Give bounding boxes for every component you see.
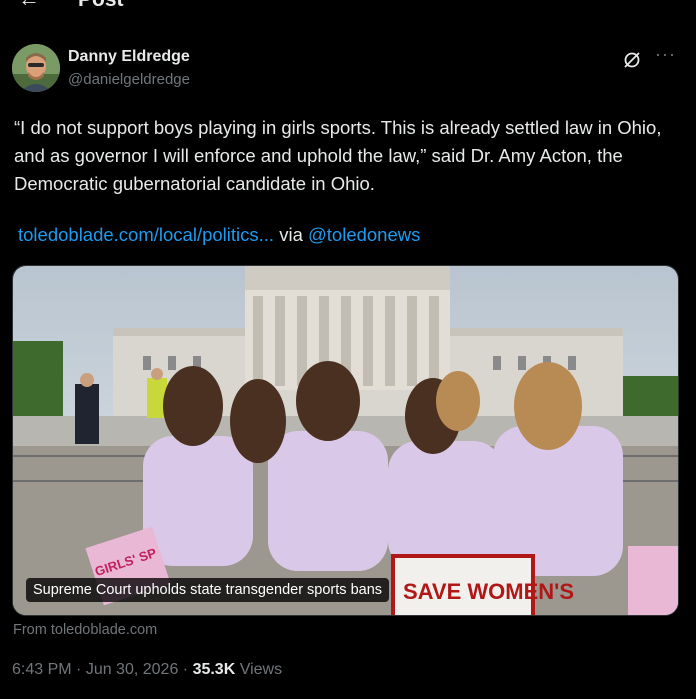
more-icon[interactable]: ··· — [655, 44, 676, 65]
sign-text: SAVE WOMEN'S — [403, 579, 574, 604]
tweet-text: “I do not support boys playing in girls … — [14, 117, 662, 194]
meta-separator: · — [71, 661, 86, 678]
tweet-link-line: toledoblade.com/local/politics... via @t… — [18, 224, 420, 246]
top-bar: ← Post — [0, 0, 696, 14]
grok-icon[interactable] — [622, 50, 642, 70]
via-text: via — [274, 224, 308, 245]
link-card-title[interactable]: Supreme Court upholds state transgender … — [26, 578, 390, 602]
protest-photo: SAVE WOMEN'S GIRLS' SP — [13, 266, 678, 615]
avatar[interactable] — [12, 44, 60, 92]
post-date[interactable]: Jun 30, 2026 — [86, 661, 179, 678]
page-title: Post — [78, 0, 124, 12]
back-arrow-icon[interactable]: ← — [18, 0, 40, 10]
link-card-image[interactable]: SAVE WOMEN'S GIRLS' SP — [12, 265, 679, 616]
link-card-source[interactable]: From toledoblade.com — [13, 622, 157, 638]
meta-separator: · — [178, 661, 193, 678]
article-link[interactable]: toledoblade.com/local/politics... — [18, 224, 274, 245]
post-time[interactable]: 6:43 PM — [12, 661, 72, 678]
author-handle[interactable]: @danielgeldredge — [68, 71, 190, 88]
views-count: 35.3K — [192, 661, 236, 678]
views-label: Views — [235, 661, 283, 678]
post-meta: 6:43 PM · Jun 30, 2026 · 35.3K Views — [12, 661, 282, 679]
via-handle-link[interactable]: @toledonews — [308, 224, 420, 245]
author-display-name[interactable]: Danny Eldredge — [68, 48, 190, 66]
